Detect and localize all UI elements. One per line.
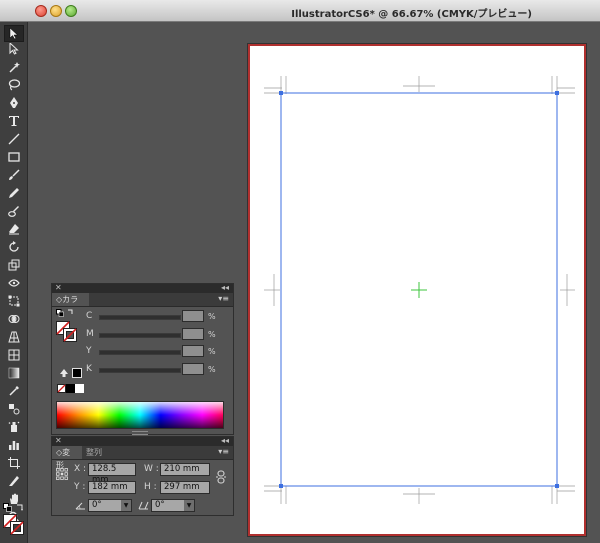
channel-y-slider[interactable] <box>99 350 181 355</box>
channel-c-unit: % <box>208 312 216 321</box>
mini-swap-icon[interactable] <box>67 308 75 319</box>
channel-k-input[interactable] <box>182 363 204 375</box>
chevron-down-icon[interactable]: ▼ <box>121 500 131 511</box>
collapse-panel-icon[interactable]: ◂◂ <box>221 283 229 292</box>
h-field[interactable]: 297 mm <box>160 481 210 494</box>
y-label: Y : <box>74 482 86 492</box>
x-label: X : <box>74 464 87 474</box>
channel-k-unit: % <box>208 365 216 374</box>
out-of-gamut-icon[interactable] <box>59 368 69 381</box>
rotate-select[interactable]: 0° ▼ <box>88 499 132 512</box>
w-label: W : <box>144 464 159 474</box>
channel-k-slider[interactable] <box>99 368 181 373</box>
reference-point-locator-icon[interactable] <box>56 468 68 483</box>
color-panel-tabs: ◇カラー ▾≡ <box>52 293 233 317</box>
panel-menu-icon[interactable]: ▾≡ <box>218 447 229 456</box>
transform-panel: ✕ ◂◂ ◇変形 整列 ▾≡ X : 128.5 mm W : 210 mm Y… <box>51 436 234 516</box>
web-safe-black-swatch[interactable] <box>72 368 82 378</box>
fill-stroke-indicator-icon[interactable] <box>56 321 78 346</box>
transform-panel-tabs: ◇変形 整列 ▾≡ <box>52 446 233 470</box>
shear-value: 0° <box>155 500 165 510</box>
shear-select[interactable]: 0° ▼ <box>151 499 195 512</box>
channel-c-slider[interactable] <box>99 315 181 320</box>
white-swatch[interactable] <box>75 384 84 393</box>
color-spectrum-bar[interactable] <box>56 401 224 429</box>
channel-y-label: Y <box>86 346 92 356</box>
rotate-value: 0° <box>92 500 102 510</box>
channel-m-input[interactable] <box>182 328 204 340</box>
center-mark-icon <box>411 282 427 298</box>
color-panel-header[interactable]: ✕ ◂◂ <box>52 283 233 293</box>
channel-y-input[interactable] <box>182 345 204 357</box>
tab-transform[interactable]: ◇変形 <box>52 446 82 470</box>
black-swatch[interactable] <box>66 384 75 393</box>
channel-m-slider[interactable] <box>99 333 181 338</box>
channel-m-label: M <box>86 329 94 339</box>
y-field[interactable]: 182 mm <box>88 481 136 494</box>
channel-m-unit: % <box>208 330 216 339</box>
tab-color[interactable]: ◇カラー <box>52 293 89 317</box>
collapse-panel-icon[interactable]: ◂◂ <box>221 436 229 445</box>
mini-default-colors-icon[interactable] <box>56 309 64 320</box>
channel-c-input[interactable] <box>182 310 204 322</box>
constrain-proportions-link-icon[interactable] <box>216 470 226 487</box>
w-field[interactable]: 210 mm <box>160 463 210 476</box>
channel-k-label: K <box>86 364 92 374</box>
panel-menu-icon[interactable]: ▾≡ <box>218 294 229 303</box>
close-panel-icon[interactable]: ✕ <box>55 283 62 292</box>
panel-resize-grip[interactable] <box>132 431 148 435</box>
h-label: H : <box>144 482 157 492</box>
tab-align[interactable]: 整列 <box>82 446 108 459</box>
close-panel-icon[interactable]: ✕ <box>55 436 62 445</box>
rotate-angle-icon <box>75 501 86 513</box>
shear-angle-icon <box>138 501 150 513</box>
none-swatch[interactable] <box>57 384 66 396</box>
channel-c-label: C <box>86 311 93 321</box>
transform-panel-header[interactable]: ✕ ◂◂ <box>52 436 233 446</box>
channel-y-unit: % <box>208 347 216 356</box>
chevron-down-icon[interactable]: ▼ <box>184 500 194 511</box>
color-panel: ✕ ◂◂ ◇カラー ▾≡ C % M % Y % K % <box>51 283 234 435</box>
x-field[interactable]: 128.5 mm <box>88 463 136 485</box>
